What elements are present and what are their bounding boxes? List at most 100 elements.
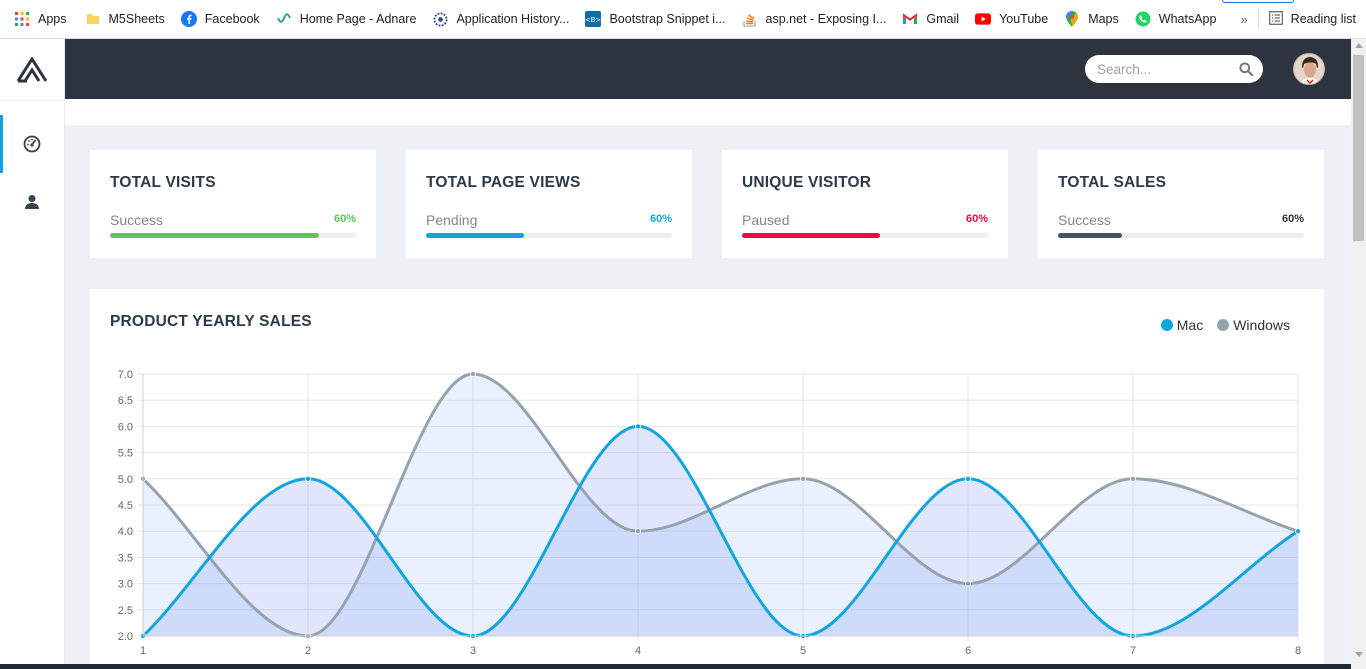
data-point-windows [1130, 475, 1137, 482]
legend-item-windows[interactable]: Windows [1217, 317, 1290, 333]
bookmark-label: Facebook [204, 12, 260, 26]
bookmark-bootstrap-snippet[interactable]: <B> Bootstrap Snippet i... [577, 0, 733, 38]
x-tick-label: 8 [1295, 645, 1301, 657]
page-subheader [65, 99, 1351, 125]
data-point-mac [965, 475, 972, 482]
progress-track [426, 233, 672, 238]
bookmark-label: Home Page - Adnare [299, 12, 417, 26]
scrollbar-thumb[interactable] [1353, 55, 1364, 241]
data-point-mac [635, 423, 642, 430]
reading-list-icon [1268, 10, 1283, 28]
bookmark-adnare[interactable]: Home Page - Adnare [268, 0, 425, 38]
y-tick-label: 2.0 [118, 631, 133, 643]
bookmark-label: WhatsApp [1158, 12, 1217, 26]
bookmark-label: asp.net - Exposing I... [765, 12, 887, 26]
legend-swatch [1160, 319, 1173, 331]
x-tick-label: 3 [470, 645, 476, 657]
svg-text:<B>: <B> [585, 16, 601, 24]
maps-icon [1064, 11, 1080, 27]
search-input[interactable] [1097, 61, 1227, 77]
data-point-mac [1295, 528, 1302, 535]
scroll-up-arrow-icon[interactable] [1355, 43, 1363, 48]
progress-fill [742, 233, 880, 238]
stackoverflow-icon [742, 11, 758, 27]
x-tick-label: 6 [965, 645, 971, 657]
dashboard-gauge-icon [23, 135, 41, 153]
sidebar [0, 39, 65, 669]
youtube-icon [975, 11, 992, 27]
stat-card-total-visits: TOTAL VISITS Success 60% [90, 150, 376, 258]
yearly-sales-chart-card: 2.0 2.5 3.0 3.5 4.0 4.5 5.0 5.5 6.0 6.5 7.0 1 2 3 4 5 6 7… [90, 289, 1324, 669]
bookmarks-bar: Apps M5Sheets Facebook Home Page - Adnar… [0, 0, 1366, 39]
progress-fill [110, 233, 320, 238]
card-title: TOTAL PAGE VIEWS [426, 174, 581, 191]
reading-list-label: Reading list [1290, 12, 1356, 26]
data-point-windows [469, 371, 476, 378]
gmail-icon [902, 11, 918, 27]
bookmark-youtube[interactable]: YouTube [967, 0, 1056, 38]
progress-track [110, 233, 356, 238]
bookmark-label: Gmail [926, 12, 960, 26]
page-scrollbar[interactable] [1351, 39, 1366, 669]
brand-logo[interactable] [0, 39, 64, 101]
legend-item-mac[interactable]: Mac [1160, 317, 1203, 333]
apps-grid-icon [14, 11, 30, 27]
avatar-portrait-icon [1294, 54, 1324, 84]
user-avatar[interactable] [1293, 53, 1325, 85]
reading-list-button[interactable]: Reading list [1268, 10, 1366, 28]
taskbar-edge [0, 664, 1351, 669]
progress-track [742, 233, 988, 238]
bookmark-aspnet[interactable]: asp.net - Exposing I... [734, 0, 895, 38]
bootstrap-icon: <B> [585, 11, 602, 27]
sidebar-item-user[interactable] [0, 173, 64, 231]
stat-card-unique-visitor: UNIQUE VISITOR Paused 60% [722, 150, 1008, 258]
y-tick-label: 3.5 [118, 552, 133, 564]
bookmark-label: Apps [38, 12, 67, 26]
brand-logo-icon [16, 56, 48, 82]
card-percent: 60% [965, 213, 988, 225]
y-tick-label: 6.5 [118, 395, 133, 407]
card-status: Success [110, 212, 163, 228]
card-percent: 60% [649, 213, 672, 225]
card-percent: 60% [1281, 213, 1304, 225]
card-title: TOTAL VISITS [110, 174, 216, 191]
card-percent: 60% [333, 213, 356, 225]
y-tick-label: 4.0 [118, 526, 133, 538]
settings-wheel-icon [432, 11, 448, 27]
active-tab-edge [1222, 0, 1294, 3]
bookmark-apps[interactable]: Apps [0, 0, 75, 38]
x-tick-label: 2 [305, 645, 311, 657]
bookmark-label: YouTube [999, 12, 1049, 26]
folder-icon [85, 11, 101, 27]
bookmarks-divider [1257, 9, 1259, 29]
facebook-icon [180, 11, 197, 27]
search-icon[interactable] [1239, 62, 1253, 76]
chart-title: PRODUCT YEARLY SALES [110, 313, 312, 330]
y-tick-label: 7.0 [118, 369, 133, 381]
data-point-windows [965, 580, 972, 587]
bookmark-m5sheets[interactable]: M5Sheets [75, 0, 173, 38]
bookmark-gmail[interactable]: Gmail [894, 0, 967, 38]
legend-label: Windows [1233, 317, 1290, 333]
bookmark-facebook[interactable]: Facebook [173, 0, 268, 38]
bookmark-label: Maps [1088, 12, 1119, 26]
y-tick-label: 5.0 [118, 474, 133, 486]
card-status: Success [1058, 212, 1111, 228]
progress-track [1058, 233, 1304, 238]
bookmarks-overflow-button[interactable]: » [1230, 12, 1257, 27]
bookmark-application-history[interactable]: Application History... [424, 0, 577, 38]
search-box [1085, 55, 1263, 83]
stat-card-total-sales: TOTAL SALES Success 60% [1038, 150, 1324, 258]
sidebar-item-dashboard[interactable] [0, 115, 64, 173]
x-tick-label: 4 [635, 645, 641, 657]
scroll-down-arrow-icon[interactable] [1355, 652, 1363, 657]
stat-card-total-page-views: TOTAL PAGE VIEWS Pending 60% [406, 150, 692, 258]
yearly-sales-chart: 2.0 2.5 3.0 3.5 4.0 4.5 5.0 5.5 6.0 6.5 7.0 1 2 3 4 5 6 7… [118, 369, 1302, 657]
card-status: Pending [426, 212, 478, 228]
progress-fill [426, 233, 525, 238]
legend-swatch [1217, 319, 1230, 331]
bookmark-label: Bootstrap Snippet i... [609, 12, 726, 26]
data-point-windows [635, 528, 642, 535]
bookmark-whatsapp[interactable]: WhatsApp [1127, 0, 1225, 38]
bookmark-maps[interactable]: Maps [1056, 0, 1127, 38]
